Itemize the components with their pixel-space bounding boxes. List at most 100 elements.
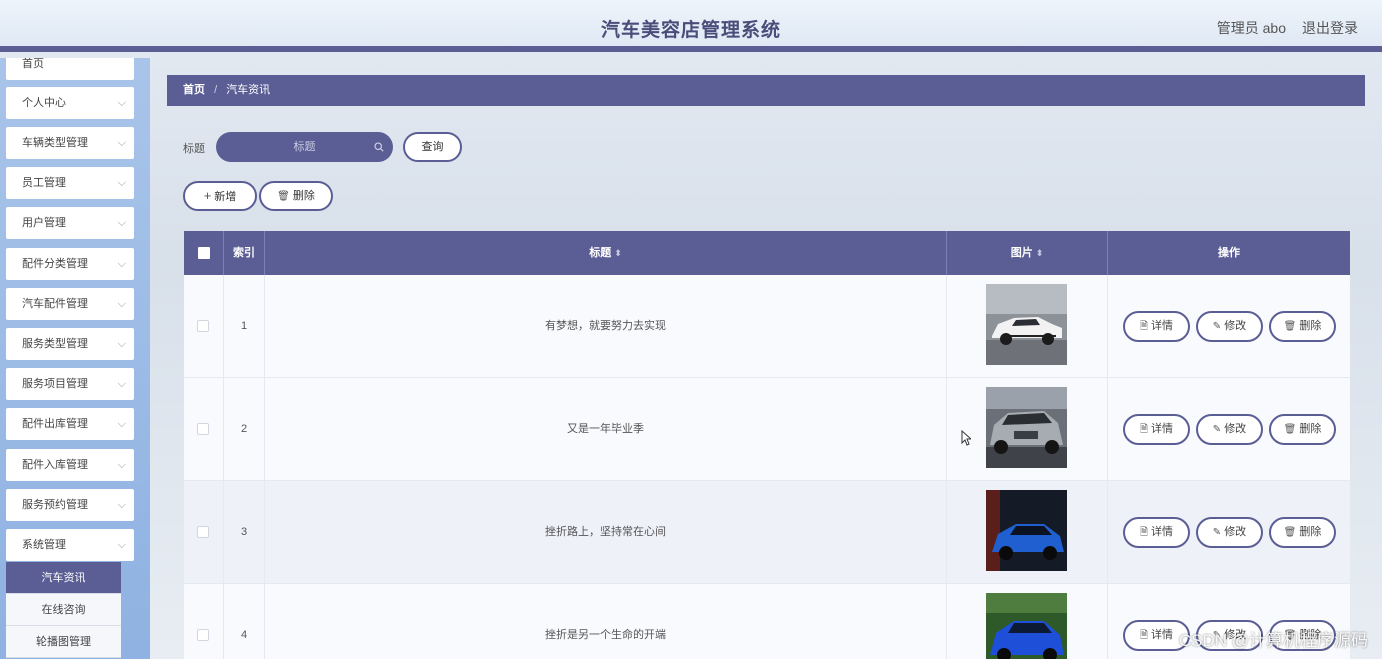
sidebar-item-label: 用户管理 xyxy=(22,217,66,229)
table-row: 2 又是一年毕业季 🗎︎ 详情 ✎ 修改 🗑︎ 删除 xyxy=(184,378,1350,481)
sidebar-item-service-types[interactable]: 服务类型管理 ⌵ xyxy=(6,328,134,360)
detail-label: 详情 xyxy=(1151,423,1174,435)
detail-button[interactable]: 🗎︎ 详情 xyxy=(1123,517,1190,548)
search-placeholder: 标题 xyxy=(293,141,316,153)
sidebar-item-vehicle-types[interactable]: 车辆类型管理 ⌵ xyxy=(6,127,134,159)
sidebar-item-service-items[interactable]: 服务项目管理 ⌵ xyxy=(6,368,134,400)
document-icon: 🗎︎ xyxy=(1139,424,1149,435)
row-checkbox[interactable] xyxy=(197,629,209,641)
sidebar: 首页 个人中心 ⌵ 车辆类型管理 ⌵ 员工管理 ⌵ 用户管理 ⌵ 配件分类管理 … xyxy=(0,58,150,659)
pencil-icon: ✎ xyxy=(1212,527,1222,538)
news-table: 索引 标题 ⬍ 图片 ⬍ 操作 1 有梦想，就要努力去实现 🗎︎ 详情 ✎ 修改… xyxy=(184,231,1350,659)
trash-icon: 🗑︎ xyxy=(277,191,290,202)
row-image-cell xyxy=(947,275,1108,378)
logout-link[interactable]: 退出登录 xyxy=(1302,18,1358,38)
select-all-checkbox[interactable] xyxy=(198,247,210,259)
header-title[interactable]: 标题 ⬍ xyxy=(265,231,947,275)
chevron-down-icon: ⌵ xyxy=(117,217,126,229)
sidebar-item-label: 配件分类管理 xyxy=(22,258,88,270)
row-select-cell xyxy=(184,584,224,659)
submenu-item-carousel[interactable]: 轮播图管理 xyxy=(6,626,121,658)
edit-button[interactable]: ✎ 修改 xyxy=(1196,414,1263,445)
sidebar-item-system[interactable]: 系统管理 ⌵ xyxy=(6,529,134,561)
breadcrumb-home[interactable]: 首页 xyxy=(183,84,205,96)
trash-icon: 🗑︎ xyxy=(1283,527,1297,538)
sidebar-item-users[interactable]: 用户管理 ⌵ xyxy=(6,207,134,239)
sidebar-item-parts-inbound[interactable]: 配件入库管理 ⌵ xyxy=(6,449,134,481)
delete-label: 删除 xyxy=(1299,423,1322,435)
pencil-icon: ✎ xyxy=(1212,424,1222,435)
sidebar-item-label: 服务预约管理 xyxy=(22,499,88,511)
sort-icon: ⬍ xyxy=(1035,248,1044,258)
header-select-all xyxy=(184,231,224,275)
header-image-label: 图片 xyxy=(1010,247,1033,259)
row-checkbox[interactable] xyxy=(197,526,209,538)
delete-button[interactable]: 🗑︎ 删除 xyxy=(1269,414,1336,445)
detail-button[interactable]: 🗎︎ 详情 xyxy=(1123,414,1190,445)
edit-label: 修改 xyxy=(1224,320,1247,332)
chevron-down-icon: ⌵ xyxy=(117,97,126,109)
row-index: 2 xyxy=(224,378,265,481)
chevron-down-icon: ⌵ xyxy=(117,338,126,350)
add-button[interactable]: + 新增 xyxy=(183,181,257,211)
sidebar-item-service-bookings[interactable]: 服务预约管理 ⌵ xyxy=(6,489,134,521)
sidebar-item-personal-center[interactable]: 个人中心 ⌵ xyxy=(6,87,134,119)
sidebar-item-employees[interactable]: 员工管理 ⌵ xyxy=(6,167,134,199)
query-button[interactable]: 查询 xyxy=(403,132,462,162)
breadcrumb-current: 汽车资讯 xyxy=(226,84,271,96)
submenu-item-car-news[interactable]: 汽车资讯 xyxy=(6,562,121,594)
header-image[interactable]: 图片 ⬍ xyxy=(947,231,1108,275)
chevron-down-icon: ⌵ xyxy=(117,418,126,430)
chevron-down-icon: ⌵ xyxy=(117,258,126,270)
sidebar-item-parts-outbound[interactable]: 配件出库管理 ⌵ xyxy=(6,408,134,440)
edit-label: 修改 xyxy=(1224,423,1247,435)
app-title: 汽车美容店管理系统 xyxy=(600,20,781,41)
row-image-cell xyxy=(947,481,1108,584)
car-thumbnail-image xyxy=(986,284,1067,365)
sidebar-item-label: 配件入库管理 xyxy=(22,459,88,471)
chevron-down-icon: ⌵ xyxy=(117,177,126,189)
delete-button[interactable]: 🗑︎ 删除 xyxy=(1269,517,1336,548)
row-title: 挫折是另一个生命的开端 xyxy=(265,584,947,659)
chevron-down-icon: ⌵ xyxy=(117,539,126,551)
table-row: 4 挫折是另一个生命的开端 🗎︎ 详情 ✎ 修改 🗑︎ 删除 xyxy=(184,584,1350,659)
row-actions-cell: 🗎︎ 详情 ✎ 修改 🗑︎ 删除 xyxy=(1108,275,1350,378)
row-select-cell xyxy=(184,378,224,481)
row-checkbox[interactable] xyxy=(197,423,209,435)
sidebar-item-part-categories[interactable]: 配件分类管理 ⌵ xyxy=(6,248,134,280)
row-select-cell xyxy=(184,275,224,378)
sidebar-item-home[interactable]: 首页 xyxy=(6,58,134,80)
search-input[interactable]: 标题 xyxy=(216,132,393,162)
row-title: 有梦想，就要努力去实现 xyxy=(265,275,947,378)
detail-label: 详情 xyxy=(1151,629,1174,641)
chevron-down-icon: ⌵ xyxy=(117,459,126,471)
row-index: 1 xyxy=(224,275,265,378)
row-image-cell xyxy=(947,584,1108,659)
edit-button[interactable]: ✎ 修改 xyxy=(1196,517,1263,548)
edit-button[interactable]: ✎ 修改 xyxy=(1196,311,1263,342)
watermark: CSDN @计算机程序源码 xyxy=(1178,631,1368,650)
sidebar-item-label: 员工管理 xyxy=(22,177,66,189)
top-header: 汽车美容店管理系统 管理员 abo 退出登录 xyxy=(0,0,1382,52)
delete-label: 删除 xyxy=(1299,526,1322,538)
row-checkbox[interactable] xyxy=(197,320,209,332)
trash-icon: 🗑︎ xyxy=(1283,321,1297,332)
chevron-down-icon: ⌵ xyxy=(117,378,126,390)
document-icon: 🗎︎ xyxy=(1139,321,1149,332)
row-index: 4 xyxy=(224,584,265,659)
row-actions-cell: 🗎︎ 详情 ✎ 修改 🗑︎ 删除 xyxy=(1108,378,1350,481)
search-icon xyxy=(374,132,384,162)
row-image-cell xyxy=(947,378,1108,481)
header-actions: 操作 xyxy=(1108,231,1350,275)
breadcrumb-separator: / xyxy=(214,84,218,96)
bulk-delete-label: 删除 xyxy=(292,190,315,202)
submenu-item-online-consult[interactable]: 在线咨询 xyxy=(6,594,121,626)
delete-button[interactable]: 🗑︎ 删除 xyxy=(1269,311,1336,342)
car-thumbnail-image xyxy=(986,490,1067,571)
bulk-delete-button[interactable]: 🗑︎ 删除 xyxy=(259,181,333,211)
sidebar-item-label: 汽车配件管理 xyxy=(22,298,88,310)
detail-button[interactable]: 🗎︎ 详情 xyxy=(1123,311,1190,342)
sidebar-item-car-parts[interactable]: 汽车配件管理 ⌵ xyxy=(6,288,134,320)
delete-label: 删除 xyxy=(1299,320,1322,332)
detail-label: 详情 xyxy=(1151,526,1174,538)
